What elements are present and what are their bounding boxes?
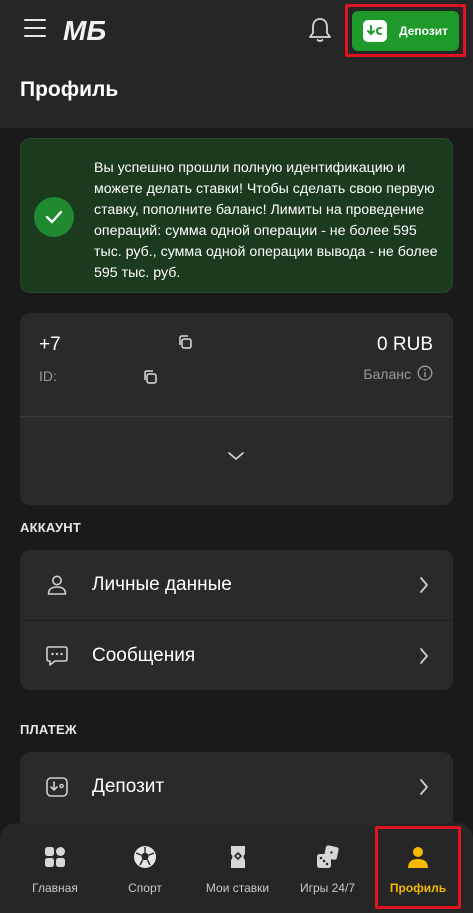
nav-item-label: Мои ставки bbox=[205, 881, 270, 895]
svg-text:МБ: МБ bbox=[63, 15, 106, 45]
menu-item-label: Сообщения bbox=[92, 644, 196, 666]
menu-item-personal-data[interactable]: Личные данные bbox=[20, 550, 453, 620]
menu-item-deposit[interactable]: Депозит bbox=[20, 752, 453, 822]
grid-icon bbox=[45, 847, 65, 867]
dice-icon bbox=[316, 845, 339, 868]
highlight-frame-profile bbox=[375, 826, 461, 909]
account-menu: Личные данные Сообщения bbox=[20, 550, 453, 690]
chevron-right-icon bbox=[420, 648, 428, 664]
highlight-frame-deposit bbox=[345, 4, 466, 57]
menu-item-label: Личные данные bbox=[92, 574, 232, 595]
section-title-account: АККАУНТ bbox=[20, 520, 81, 535]
page-title: Профиль bbox=[20, 78, 119, 101]
nav-item-home[interactable]: Главная bbox=[0, 823, 110, 913]
ticket-icon bbox=[230, 846, 245, 868]
payment-menu: Депозит bbox=[20, 752, 453, 830]
chevron-right-icon bbox=[420, 577, 428, 593]
copy-id-icon[interactable] bbox=[142, 369, 158, 385]
nav-item-label: Спорт bbox=[128, 881, 162, 895]
check-icon bbox=[34, 197, 74, 237]
deposit-icon bbox=[46, 777, 68, 797]
nav-item-label: Игры 24/7 bbox=[300, 881, 355, 895]
nav-item-label: Главная bbox=[32, 881, 78, 895]
chat-icon bbox=[46, 646, 68, 666]
chevron-right-icon bbox=[420, 779, 428, 795]
person-icon bbox=[47, 575, 67, 595]
info-icon[interactable] bbox=[417, 365, 433, 381]
copy-phone-icon[interactable] bbox=[177, 334, 193, 350]
mb-logo[interactable]: МБ bbox=[63, 15, 125, 45]
balance-label: Баланс bbox=[363, 366, 411, 382]
hamburger-menu-icon[interactable] bbox=[24, 19, 46, 39]
section-title-payment: ПЛАТЕЖ bbox=[20, 722, 77, 737]
soccer-ball-icon bbox=[134, 846, 156, 868]
nav-item-games[interactable]: Игры 24/7 bbox=[285, 823, 370, 913]
menu-item-label: Депозит bbox=[92, 776, 165, 797]
balance-value: 0 RUB bbox=[377, 334, 433, 355]
nav-item-sport[interactable]: Спорт bbox=[100, 823, 190, 913]
phone-number: +7 bbox=[39, 334, 61, 355]
card-divider bbox=[20, 416, 453, 417]
verification-notice: Вы успешно прошли полную идентификацию и… bbox=[20, 138, 453, 293]
bell-icon[interactable] bbox=[307, 16, 333, 44]
id-label: ID: bbox=[39, 368, 57, 384]
notice-text: Вы успешно прошли полную идентификацию и… bbox=[94, 160, 438, 281]
nav-item-my-bets[interactable]: Мои ставки bbox=[190, 823, 285, 913]
account-card: +7 0 RUB ID: Баланс bbox=[20, 313, 453, 505]
menu-item-messages[interactable]: Сообщения bbox=[20, 620, 453, 690]
chevron-down-icon[interactable] bbox=[227, 450, 245, 462]
